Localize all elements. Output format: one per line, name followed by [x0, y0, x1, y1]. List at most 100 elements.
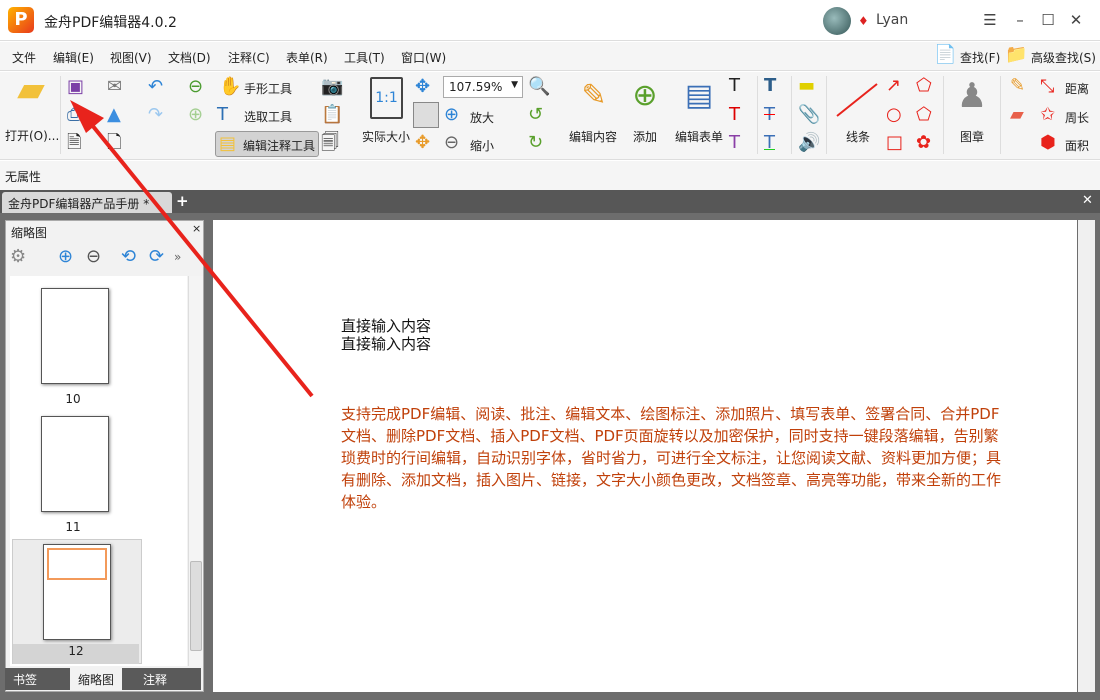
thumbnail-item-selected[interactable]: 12: [12, 539, 142, 664]
edit-annotation-tool-button[interactable]: ▤ 编辑注释工具: [215, 131, 319, 157]
thumbnail-item[interactable]: 11: [10, 412, 136, 537]
stamp-icon[interactable]: ♟: [950, 74, 994, 118]
new-document-icon[interactable]: 🗋: [107, 133, 121, 153]
ellipse-icon[interactable]: ○: [886, 105, 902, 125]
zoom-in-icon[interactable]: ⊕: [444, 105, 459, 125]
fit-page-icon[interactable]: ✥: [415, 77, 430, 97]
new-tab-button[interactable]: +: [176, 192, 189, 210]
lines-button[interactable]: 线条: [846, 128, 870, 145]
export-icon[interactable]: 🗎: [67, 133, 81, 153]
zoom-out-button[interactable]: 缩小: [470, 137, 494, 154]
callout-icon[interactable]: T: [729, 133, 740, 153]
add-button[interactable]: 添加: [633, 128, 657, 145]
actual-size-icon[interactable]: 1:1: [370, 77, 403, 119]
line-icon[interactable]: [833, 80, 881, 120]
find-button[interactable]: 查找(F): [960, 49, 1000, 66]
thumb-zoom-in-icon[interactable]: ⊕: [58, 247, 73, 267]
document-page[interactable]: 直接输入内容 直接输入内容 支持完成PDF编辑、阅读、批注、编辑文本、绘图标注、…: [213, 220, 1077, 692]
note-icon[interactable]: ▬: [798, 76, 815, 96]
thumbnail-scrollbar[interactable]: [188, 276, 203, 666]
open-button[interactable]: 打开(O)...: [5, 127, 59, 144]
text-field-icon[interactable]: T: [729, 76, 740, 96]
magnifier-icon[interactable]: 🔍: [528, 77, 550, 97]
underline-icon[interactable]: T: [764, 133, 775, 153]
document-scrollbar[interactable]: [1078, 220, 1095, 692]
thumbnail-item[interactable]: 10: [10, 284, 136, 409]
maximize-button[interactable]: ☐: [1038, 10, 1058, 30]
edit-form-icon[interactable]: ▤: [676, 76, 722, 116]
scrollbar-thumb[interactable]: [190, 561, 202, 651]
menu-form[interactable]: 表单(R): [286, 49, 328, 66]
advanced-find-icon[interactable]: 📁: [1005, 45, 1027, 65]
minimize-button[interactable]: –: [1010, 10, 1030, 30]
add-icon[interactable]: ⊕: [622, 76, 668, 116]
email-icon[interactable]: ✉: [107, 77, 122, 97]
distance-button[interactable]: 距离: [1065, 80, 1089, 97]
fit-width-icon[interactable]: [413, 102, 439, 128]
sound-icon[interactable]: 🔊: [798, 133, 820, 153]
polygon-icon[interactable]: ⬠: [916, 105, 932, 125]
redo-icon[interactable]: ↷: [148, 105, 163, 125]
snapshot-camera-icon[interactable]: 📷: [321, 77, 343, 97]
actual-size-button[interactable]: 实际大小: [362, 128, 410, 145]
back-icon[interactable]: ⊖: [188, 77, 203, 97]
paste-icon[interactable]: 📋: [321, 105, 343, 125]
forward-icon[interactable]: ⊕: [188, 105, 203, 125]
open-folder-icon[interactable]: ▰: [8, 72, 54, 120]
avatar[interactable]: [823, 7, 851, 35]
document-tab[interactable]: 金舟PDF编辑器产品手册 *: [2, 192, 172, 213]
attachment-icon[interactable]: 📎: [798, 105, 820, 125]
cloud-icon[interactable]: ✿: [916, 133, 931, 153]
pencil-icon[interactable]: ✎: [1010, 76, 1025, 96]
settings-gear-icon[interactable]: ⚙: [10, 247, 26, 267]
edit-form-button[interactable]: 编辑表单: [675, 128, 723, 145]
edit-content-button[interactable]: 编辑内容: [569, 128, 617, 145]
menu-file[interactable]: 文件: [12, 49, 36, 66]
rotate-cw-90-icon[interactable]: ⟳: [149, 247, 164, 267]
more-chevron-icon[interactable]: »: [174, 247, 181, 267]
strikeout-icon[interactable]: T: [764, 105, 775, 125]
tab-annotations[interactable]: 注释: [135, 668, 175, 690]
menu-comment[interactable]: 注释(C): [228, 49, 270, 66]
tab-bookmarks[interactable]: 书签: [5, 668, 45, 690]
fit-visible-icon[interactable]: ✥: [415, 133, 430, 153]
rotate-left-icon[interactable]: ↺: [528, 105, 543, 125]
menu-edit[interactable]: 编辑(E): [53, 49, 94, 66]
text-line-1[interactable]: 直接输入内容: [341, 317, 431, 335]
stamp-button[interactable]: 图章: [960, 128, 984, 145]
print-icon[interactable]: ⎙: [67, 105, 81, 125]
zoom-out-icon[interactable]: ⊖: [444, 133, 459, 153]
panel-close-button[interactable]: ×: [192, 222, 201, 235]
arrow-icon[interactable]: ↗: [886, 76, 901, 96]
advanced-find-button[interactable]: 高级查找(S): [1031, 49, 1096, 66]
body-paragraph[interactable]: 支持完成PDF编辑、阅读、批注、编辑文本、绘图标注、添加照片、填写表单、签署合同…: [341, 403, 1011, 513]
menu-tools[interactable]: 工具(T): [344, 49, 385, 66]
menu-document[interactable]: 文档(D): [168, 49, 211, 66]
tab-thumbnails[interactable]: 缩略图: [70, 668, 123, 690]
area-button[interactable]: 面积: [1065, 137, 1089, 154]
rotate-ccw-90-icon[interactable]: ⟲: [121, 247, 136, 267]
user-name[interactable]: Lyan: [876, 12, 908, 28]
hand-tool-button[interactable]: 手形工具: [244, 80, 292, 97]
menu-window[interactable]: 窗口(W): [401, 49, 446, 66]
edit-content-icon[interactable]: ✎: [572, 76, 616, 116]
polyline-icon[interactable]: ⬠: [916, 76, 932, 96]
perimeter-button[interactable]: 周长: [1065, 109, 1089, 126]
scan-icon[interactable]: ▲: [107, 105, 121, 125]
text-line-2[interactable]: 直接输入内容: [341, 335, 431, 353]
zoom-select[interactable]: 107.59% ▼: [443, 76, 523, 98]
find-pages-icon[interactable]: 🗐: [321, 133, 339, 153]
rotate-right-icon[interactable]: ↻: [528, 133, 543, 153]
thumb-zoom-out-icon[interactable]: ⊖: [86, 247, 101, 267]
rectangle-icon[interactable]: □: [886, 133, 903, 153]
undo-icon[interactable]: ↶: [148, 77, 163, 97]
eraser-icon[interactable]: ▰: [1010, 105, 1024, 125]
menu-view[interactable]: 视图(V): [110, 49, 152, 66]
close-button[interactable]: ✕: [1066, 10, 1086, 30]
zoom-in-button[interactable]: 放大: [470, 109, 494, 126]
text-box-icon[interactable]: T: [729, 105, 740, 125]
close-tab-button[interactable]: ✕: [1082, 193, 1093, 208]
save-icon[interactable]: ▣: [67, 77, 84, 97]
typewriter-icon[interactable]: T: [764, 76, 776, 96]
find-icon[interactable]: 📄: [934, 45, 956, 65]
